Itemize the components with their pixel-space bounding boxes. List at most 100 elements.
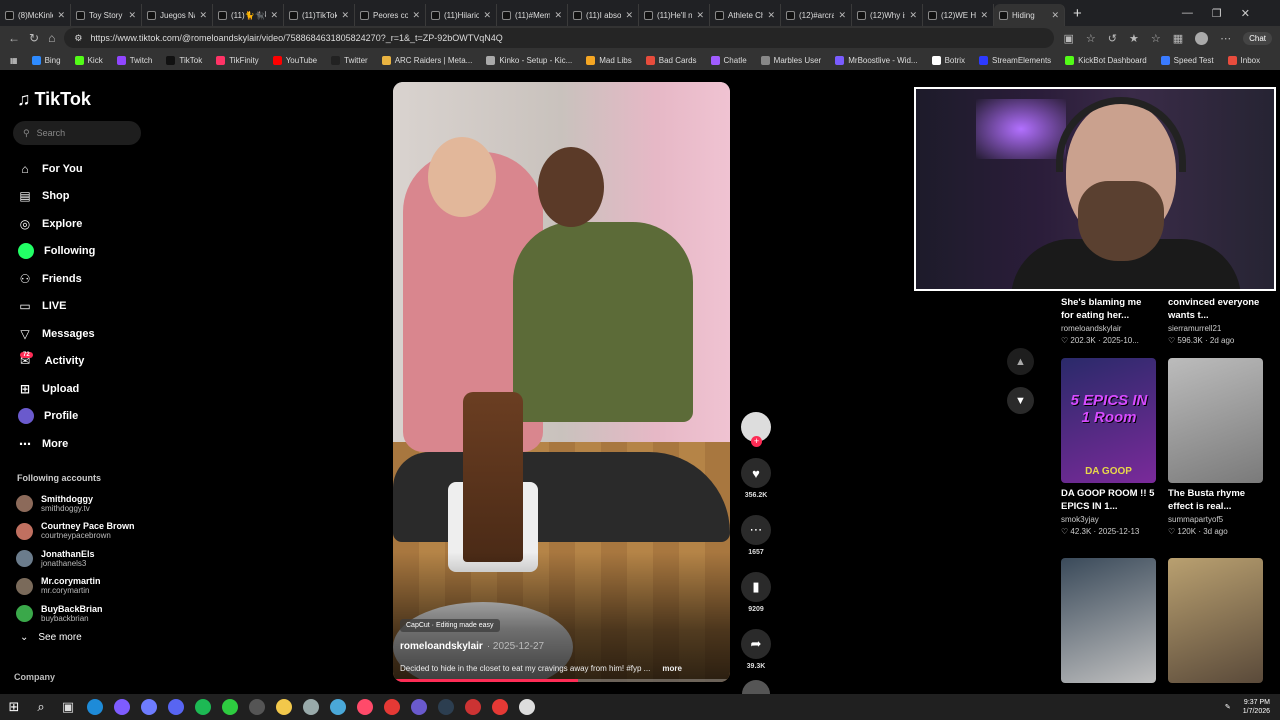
bookmark-label[interactable]: TikTok [179, 56, 202, 65]
video-player[interactable]: CapCut · Editing made easy romeloandskyl… [393, 82, 730, 682]
copilot-chat-button[interactable]: Chat [1243, 31, 1272, 45]
start-icon[interactable]: ⊞ [6, 699, 22, 715]
extensions-icon[interactable]: ★ [1129, 32, 1139, 45]
settings-icon[interactable] [519, 699, 535, 715]
tab-close-icon[interactable]: ✕ [838, 10, 846, 21]
following-account[interactable]: JonathanEls jonathanels3 [16, 545, 186, 573]
bookmark-item[interactable]: StreamElements [979, 55, 1051, 65]
bookmark-item[interactable]: Kick [74, 55, 103, 65]
bookmark-label[interactable]: YouTube [286, 56, 317, 65]
sidebar-item-following[interactable]: Following [18, 238, 188, 266]
tab-title[interactable]: Athlete Cha [728, 11, 763, 20]
sidebar-item-for-you[interactable]: ⌂ For You [18, 155, 188, 183]
video-author-name[interactable]: romeloandskylair [400, 641, 483, 652]
related-video-card[interactable]: The Busta rhyme effect is real... summapa… [1168, 358, 1263, 536]
favorites-bar-icon[interactable]: ▦ [10, 56, 18, 65]
favorites-icon[interactable]: ☆ [1151, 32, 1161, 45]
favorite-star-icon[interactable]: ☆ [1086, 32, 1096, 45]
browser-tab[interactable]: (12)#arcrai ✕ [781, 4, 852, 26]
browser-tab[interactable]: (11)🐈🐈‍⬛🐱 ✕ [213, 4, 284, 26]
related-video-card[interactable] [1061, 558, 1156, 683]
tab-close-icon[interactable]: ✕ [1051, 10, 1059, 21]
search-input[interactable]: ⚲ Search [13, 121, 141, 145]
site-info-icon[interactable]: ⚙ [74, 33, 82, 44]
bookmark-item[interactable]: Bing [31, 55, 61, 65]
tab-close-icon[interactable]: ✕ [270, 10, 278, 21]
discord-icon[interactable] [168, 699, 184, 715]
bookmark-item[interactable]: YouTube [272, 55, 317, 65]
home-icon[interactable]: ⌂ [48, 31, 55, 45]
capcut-tag[interactable]: CapCut · Editing made easy [400, 619, 500, 632]
related-video-card[interactable]: convinced everyone wants t... sierramurre… [1168, 167, 1263, 345]
bookmark-label[interactable]: Kick [88, 56, 103, 65]
tab-close-icon[interactable]: ✕ [341, 10, 349, 21]
bookmark-item[interactable]: MrBoostlive - Wid... [835, 55, 918, 65]
sidebar-item-activity[interactable]: ✉ 72 Activity [18, 348, 188, 376]
following-account[interactable]: Mr.corymartin mr.corymartin [16, 573, 186, 601]
related-video-author[interactable]: smok3yjay [1061, 515, 1156, 524]
save-button[interactable]: ▮ [741, 572, 771, 602]
app-icon-7[interactable] [438, 699, 454, 715]
app-icon-9[interactable] [492, 699, 508, 715]
tab-title[interactable]: (12)Why is [870, 11, 905, 20]
app-icon[interactable] [141, 699, 157, 715]
profile-avatar[interactable] [1195, 31, 1209, 45]
bookmark-item[interactable]: Botrix [931, 55, 965, 65]
pen-icon[interactable]: ✎ [1225, 703, 1231, 711]
tab-title[interactable]: Juegos Nav [160, 11, 195, 20]
related-video-thumbnail[interactable] [1168, 358, 1263, 483]
search-icon[interactable]: ⌕ [33, 699, 49, 715]
tab-close-icon[interactable]: ✕ [554, 10, 562, 21]
related-video-title[interactable]: convinced everyone wants t... [1168, 296, 1263, 322]
comment-button[interactable]: ⋯ [741, 515, 771, 545]
bookmark-label[interactable]: Mad Libs [599, 56, 631, 65]
video-author[interactable]: romeloandskylair · 2025-12-27 [400, 641, 544, 652]
address-bar[interactable]: ⚙ https://www.tiktok.com/@romeloandskyla… [64, 28, 1055, 48]
related-video-title[interactable]: DA GOOP ROOM !! 5 EPICS IN 1... [1061, 487, 1156, 513]
bookmark-label[interactable]: Bing [45, 56, 61, 65]
tab-title[interactable]: (11)🐈🐈‍⬛🐱 [231, 11, 266, 20]
tab-title[interactable]: (12)#arcrai [799, 11, 834, 20]
tab-close-icon[interactable]: ✕ [909, 10, 917, 21]
related-video-card[interactable] [1168, 558, 1263, 683]
company-link[interactable]: Company [14, 672, 55, 682]
bookmark-label[interactable]: Botrix [945, 56, 965, 65]
related-video-thumbnail[interactable]: 5 EPICS IN 1 Room DA GOOP [1061, 358, 1156, 483]
related-video-title[interactable]: She's blaming me for eating her... [1061, 296, 1156, 322]
tab-close-icon[interactable]: ✕ [696, 10, 704, 21]
bookmark-label[interactable]: StreamElements [992, 56, 1051, 65]
like-button[interactable]: ♥ [741, 458, 771, 488]
bookmark-label[interactable]: KickBot Dashboard [1078, 56, 1146, 65]
creator-avatar[interactable]: + [741, 412, 771, 447]
see-more-button[interactable]: ⌄ See more [20, 632, 82, 643]
task-view-icon[interactable]: ▣ [60, 699, 76, 715]
sidebar-item-more[interactable]: ⋯ More [18, 430, 188, 458]
bookmark-item[interactable]: KickBot Dashboard [1065, 55, 1147, 65]
tab-close-icon[interactable]: ✕ [128, 10, 136, 21]
browser-tab[interactable]: (11)Hilario ✕ [426, 4, 497, 26]
chrome-icon[interactable] [114, 699, 130, 715]
folder-icon[interactable] [276, 699, 292, 715]
app-icon-6[interactable] [411, 699, 427, 715]
restore-icon[interactable]: ❐ [1212, 7, 1222, 20]
refresh-extension-icon[interactable]: ↺ [1108, 32, 1117, 45]
settings-more-icon[interactable]: ⋯ [1220, 32, 1231, 45]
clock[interactable]: 9:37 PM 1/7/2026 [1243, 698, 1270, 716]
bookmark-item[interactable]: TikFinity [216, 55, 259, 65]
bookmark-label[interactable]: Kinko - Setup - Kic... [499, 56, 572, 65]
tab-title[interactable]: (12)WE HA [941, 11, 976, 20]
related-video-title[interactable]: The Busta rhyme effect is real... [1168, 487, 1263, 513]
related-video-card[interactable]: She's blaming me for eating her... romelo… [1061, 167, 1156, 345]
bookmark-item[interactable]: Bad Cards [645, 55, 697, 65]
related-video-thumbnail[interactable] [1168, 558, 1263, 683]
bookmark-label[interactable]: TikFinity [229, 56, 258, 65]
bookmark-label[interactable]: Chatle [724, 56, 747, 65]
follow-plus-icon[interactable]: + [751, 436, 762, 447]
related-video-author[interactable]: summapartyof5 [1168, 515, 1263, 524]
bookmark-label[interactable]: Inbox [1241, 56, 1261, 65]
tab-close-icon[interactable]: ✕ [199, 10, 207, 21]
tab-close-icon[interactable]: ✕ [980, 10, 988, 21]
browser-tab[interactable]: Athlete Cha ✕ [710, 4, 781, 26]
browser-tab[interactable]: Toy Story 5 ✕ [71, 4, 142, 26]
bookmark-item[interactable]: Speed Test [1160, 55, 1214, 65]
